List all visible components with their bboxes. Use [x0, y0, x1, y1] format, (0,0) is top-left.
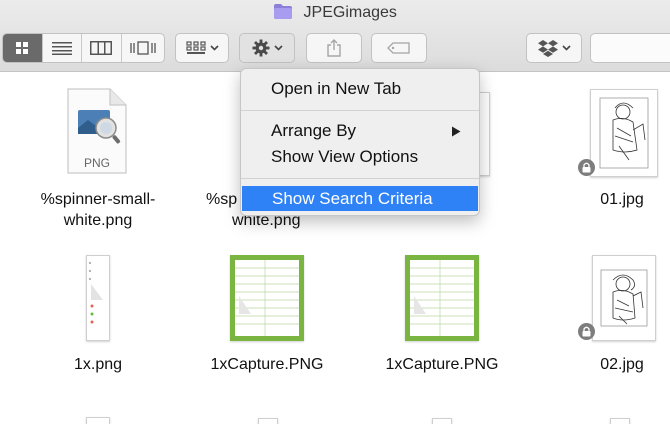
window-title-text: JPEGimages — [303, 3, 397, 21]
menu-separator — [241, 110, 479, 111]
file-name-line: white.png — [63, 212, 133, 229]
file-name: 1x.png — [73, 356, 123, 373]
submenu-arrow-icon — [452, 126, 461, 137]
menu-item-show-search-criteria[interactable]: Show Search Criteria — [242, 186, 478, 211]
share-button[interactable] — [306, 33, 362, 63]
gear-icon — [252, 39, 269, 57]
lock-badge — [578, 159, 595, 176]
file-name: %spinner-small- white.png — [8, 189, 188, 231]
image-thumbnail — [86, 255, 110, 341]
list-icon — [51, 42, 72, 55]
menu-item-open-new-tab[interactable]: Open in New Tab — [241, 76, 479, 101]
image-thumbnail — [405, 255, 479, 341]
file-type-badge: PNG — [83, 156, 110, 170]
chevron-down-icon — [209, 45, 219, 51]
file-name: 02.jpg — [600, 356, 644, 373]
chevron-down-icon — [273, 45, 283, 51]
search-field[interactable] — [590, 33, 670, 63]
image-thumbnail — [590, 89, 658, 177]
file-thumbnail-partial[interactable] — [86, 417, 110, 424]
dropbox-icon — [537, 40, 558, 57]
grid-icon — [16, 42, 29, 54]
window-title: JPEGimages — [0, 3, 670, 25]
tag-button[interactable] — [371, 33, 427, 63]
capture-image — [406, 256, 478, 340]
dropbox-button[interactable] — [526, 33, 582, 63]
cover-flow-button[interactable] — [122, 34, 164, 62]
arrange-grid-icon — [185, 41, 206, 54]
image-thumbnail — [592, 255, 656, 341]
capture-image — [231, 256, 303, 340]
folder-icon — [274, 4, 293, 19]
file-thumbnail-partial[interactable] — [258, 418, 278, 424]
menu-separator — [241, 178, 479, 179]
action-button[interactable] — [239, 33, 295, 63]
file-name: 01.jpg — [600, 191, 644, 208]
share-icon — [327, 39, 341, 57]
chevron-down-icon — [561, 45, 571, 51]
menu-item-show-view-options[interactable]: Show View Options — [241, 144, 479, 169]
file-name: 1xCapture.PNG — [385, 356, 499, 373]
image-thumbnail — [230, 255, 304, 341]
file-name: 1xCapture.PNG — [210, 356, 324, 373]
cover-flow-icon — [130, 41, 156, 55]
arrange-button[interactable] — [175, 33, 229, 63]
view-mode-control — [2, 33, 165, 63]
window-toolbar: JPEGimages — [0, 0, 670, 72]
column-view-button[interactable] — [82, 34, 122, 62]
sketch-image — [599, 97, 649, 169]
columns-icon — [90, 41, 113, 55]
file-thumbnail-partial[interactable] — [432, 418, 452, 424]
list-view-button[interactable] — [43, 34, 83, 62]
file-thumbnail-partial[interactable] — [610, 418, 630, 424]
strip-image — [89, 262, 103, 324]
file-name-line: %spinner-small- — [40, 191, 156, 208]
lock-badge — [578, 323, 595, 340]
lock-icon — [582, 162, 591, 173]
menu-item-arrange-by[interactable]: Arrange By — [241, 118, 479, 143]
action-menu: Open in New Tab Arrange By Show View Opt… — [240, 68, 480, 216]
tag-icon — [387, 42, 410, 54]
lock-icon — [582, 326, 591, 337]
sketch-image — [600, 269, 648, 327]
menu-item-label: Arrange By — [271, 121, 357, 140]
icon-view-button[interactable] — [3, 34, 43, 62]
